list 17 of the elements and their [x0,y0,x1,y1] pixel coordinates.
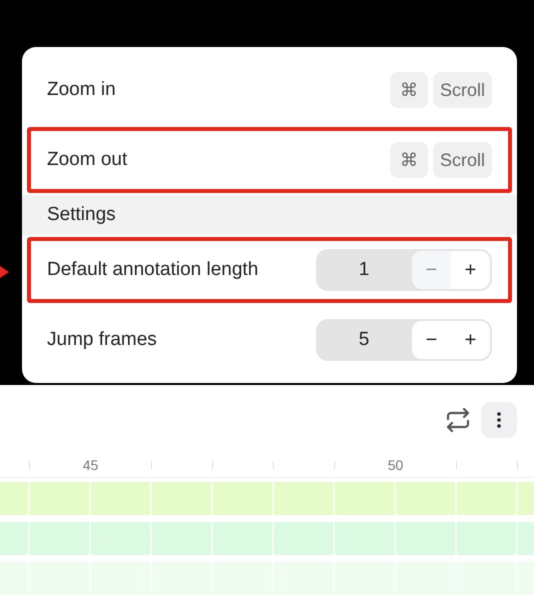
frame-number: 50 [388,457,404,473]
setting-label: Default annotation length [47,259,260,281]
shortcut-key: ⌘ [390,142,428,178]
shortcut-key: ⌘ [390,72,428,108]
repeat-icon[interactable] [445,407,471,433]
menu-item[interactable]: Zoom in ⌘ Scroll [22,55,517,125]
frame-number: 45 [82,457,98,473]
number-stepper[interactable]: 5 − + [316,319,492,361]
setting-label: Jump frames [47,329,158,351]
shortcut-key: Scroll [432,72,492,108]
number-stepper[interactable]: 1 − + [316,249,492,291]
more-icon [497,412,501,428]
shortcut-key: Scroll [432,142,492,178]
pointer-arrow-icon [0,266,9,278]
menu-item[interactable]: Zoom out ⌘ Scroll [22,125,517,195]
section-header: Settings [22,195,517,235]
more-button[interactable] [481,402,517,438]
